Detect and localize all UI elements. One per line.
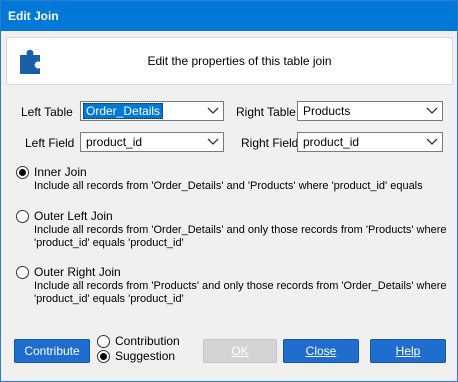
left-table-select[interactable]: Order_Details — [80, 101, 224, 121]
suggestion-radio[interactable] — [97, 350, 110, 363]
header-text: Edit the properties of this table join — [147, 54, 332, 68]
ok-button[interactable]: OK — [203, 339, 277, 363]
header-panel: Edit the properties of this table join — [6, 37, 453, 85]
help-button-label: Help — [395, 344, 421, 358]
chevron-down-icon — [426, 138, 438, 145]
left-table-label: Left Table — [21, 105, 73, 119]
left-field-value: product_id — [86, 135, 143, 149]
outer-right-join-label[interactable]: Outer Right Join — [34, 265, 121, 279]
contribute-button[interactable]: Contribute — [14, 339, 90, 363]
right-table-select[interactable]: Products — [297, 101, 443, 121]
outer-left-join-label[interactable]: Outer Left Join — [34, 209, 113, 223]
close-button[interactable]: Close — [283, 339, 359, 363]
outer-right-join-radio[interactable] — [16, 266, 29, 279]
contribution-label[interactable]: Contribution — [115, 334, 180, 348]
contribution-radio[interactable] — [97, 335, 110, 348]
right-field-label: Right Field — [241, 136, 299, 150]
outer-left-join-radio[interactable] — [16, 210, 29, 223]
left-table-value: Order_Details — [83, 103, 164, 119]
right-table-value: Products — [303, 104, 351, 118]
inner-join-radio[interactable] — [16, 166, 29, 179]
suggestion-label[interactable]: Suggestion — [115, 349, 175, 363]
chevron-down-icon — [207, 138, 219, 145]
outer-left-join-description: Include all records from 'Order_Details'… — [34, 224, 447, 249]
chevron-down-icon — [426, 107, 438, 114]
edit-join-dialog: Edit Join Edit the properties of this ta… — [0, 0, 458, 382]
right-table-label: Right Table — [236, 105, 296, 119]
help-button[interactable]: Help — [370, 339, 446, 363]
chevron-down-icon — [207, 107, 219, 114]
outer-right-join-description: Include all records from 'Products' and … — [34, 280, 447, 305]
left-field-label: Left Field — [25, 136, 75, 150]
inner-join-description: Include all records from 'Order_Details'… — [34, 180, 423, 192]
inner-join-label[interactable]: Inner Join — [34, 165, 87, 179]
left-field-select[interactable]: product_id — [80, 132, 224, 152]
close-button-label: Close — [305, 344, 337, 358]
right-field-value: product_id — [303, 135, 360, 149]
dialog-title: Edit Join — [1, 1, 457, 31]
right-field-select[interactable]: product_id — [297, 132, 443, 152]
ok-button-label: OK — [231, 344, 249, 358]
